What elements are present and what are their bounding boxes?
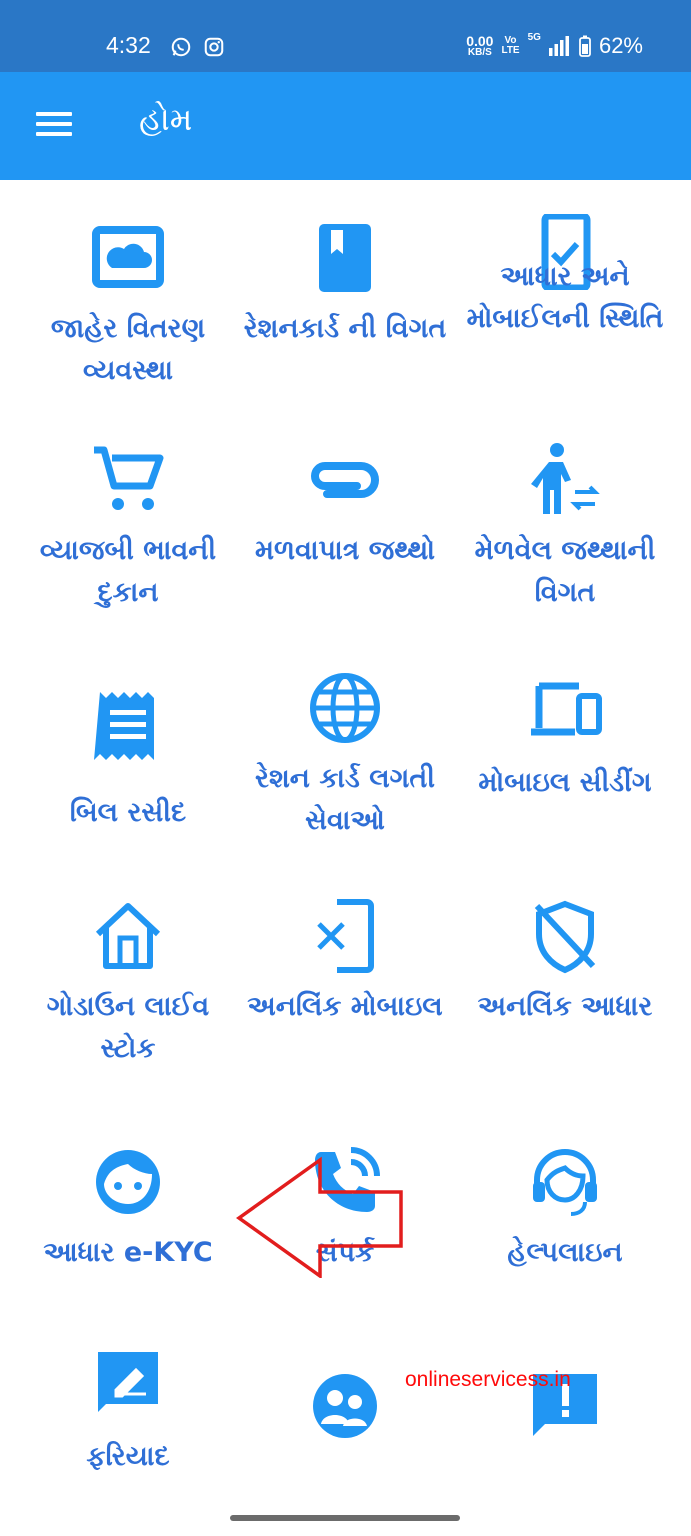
tile-label: આધાર અને મોબાઈલની સ્થિતિ bbox=[466, 261, 664, 334]
network-type: 5G bbox=[527, 32, 541, 43]
volte-bottom: LTE bbox=[501, 45, 520, 56]
tile-eligible-quantity[interactable]: મળવાપાત્ર જથ્થો bbox=[230, 442, 460, 572]
volte-indicator: Vo LTE bbox=[501, 36, 519, 56]
status-bar: 4:32 0.00 KB/S Vo LTE 5G 62% bbox=[0, 0, 691, 72]
feedback-icon bbox=[98, 1352, 158, 1412]
tile-helpline[interactable]: હેલ્પલાઇન bbox=[450, 1144, 680, 1274]
receipt-icon bbox=[94, 692, 154, 760]
tile-aadhaar-ekyc[interactable]: આધાર e-KYC bbox=[13, 1144, 243, 1274]
tile-label: રેશનકાર્ડ ની વિગત bbox=[243, 313, 447, 344]
tile-ration-card-details[interactable]: રેશનકાર્ડ ની વિગત bbox=[230, 220, 460, 350]
shield-off-icon bbox=[534, 900, 596, 974]
headset-icon bbox=[533, 1149, 597, 1216]
hamburger-menu-icon[interactable] bbox=[36, 112, 72, 140]
tile-label: રેશન કાર્ડ લગતી સેવાઓ bbox=[255, 763, 435, 836]
tile-label: ગોડાઉન લાઈવ સ્ટોક bbox=[46, 991, 210, 1064]
tile-public-distribution[interactable]: જાહેર વિતરણ વ્યવસ્થા bbox=[13, 220, 243, 392]
tile-label: અનલિંક આધાર bbox=[477, 991, 653, 1022]
page-title: હોમ bbox=[139, 100, 193, 138]
pointer-arrow-overlay bbox=[235, 1156, 403, 1278]
book-icon bbox=[319, 224, 371, 292]
tile-fair-price-shop[interactable]: વ્યાજબી ભાવની દુકાન bbox=[13, 442, 243, 614]
cloud-icon bbox=[92, 226, 164, 288]
tile-label: જાહેર વિતરણ વ્યવસ્થા bbox=[50, 313, 206, 386]
tile-label: હેલ્પલાઇન bbox=[507, 1237, 623, 1268]
paperclip-icon bbox=[311, 462, 379, 498]
group-icon bbox=[313, 1374, 377, 1438]
tile-received-quantity[interactable]: મેળવેલ જથ્થાની વિગત bbox=[450, 442, 680, 614]
tile-label: આધાર e-KYC bbox=[43, 1237, 213, 1268]
tile-label: બિલ રસીદ bbox=[69, 797, 187, 828]
tile-ration-card-services[interactable]: રેશન કાર્ડ લગતી સેવાઓ bbox=[230, 670, 460, 842]
whatsapp-icon bbox=[171, 37, 191, 57]
tile-unlink-mobile[interactable]: અનલિંક મોબાઇલ bbox=[230, 898, 460, 1028]
tile-label: વ્યાજબી ભાવની દુકાન bbox=[39, 535, 217, 608]
status-right: 0.00 KB/S Vo LTE 5G 62% bbox=[466, 33, 643, 59]
net-speed-unit: KB/S bbox=[467, 47, 492, 58]
home-icon bbox=[95, 903, 161, 969]
tile-unlink-aadhaar[interactable]: અનલિંક આધાર bbox=[450, 898, 680, 1028]
tile-bill-receipt[interactable]: બિલ રસીદ bbox=[13, 688, 243, 834]
tile-label: મળવાપાત્ર જથ્થો bbox=[255, 535, 435, 566]
battery-icon bbox=[579, 35, 591, 57]
status-time: 4:32 bbox=[106, 32, 151, 58]
walking-person-icon bbox=[531, 443, 600, 514]
tile-label: અનલિંક મોબાઇલ bbox=[247, 991, 443, 1022]
tile-label: ફરિયાદ bbox=[86, 1441, 170, 1472]
net-speed-value: 0.00 bbox=[466, 33, 494, 49]
gesture-home-bar[interactable] bbox=[230, 1515, 460, 1521]
tile-aadhaar-mobile-status[interactable]: આધાર અને મોબાઈલની સ્થિતિ bbox=[450, 214, 680, 340]
instagram-icon bbox=[204, 37, 224, 57]
app-bar: હોમ bbox=[0, 72, 691, 180]
battery-percent: 62% bbox=[598, 33, 643, 58]
tile-mobile-seeding[interactable]: મોબાઇલ સીડીંગ bbox=[450, 674, 680, 804]
watermark-text: onlineservicess.in bbox=[405, 1368, 571, 1391]
devices-icon bbox=[531, 682, 602, 736]
tile-label: મેળવેલ જથ્થાની વિગત bbox=[474, 535, 656, 608]
cart-icon bbox=[94, 446, 164, 510]
face-icon bbox=[96, 1150, 160, 1214]
signal-icon bbox=[548, 36, 569, 56]
phone-off-icon bbox=[317, 899, 374, 973]
tile-label: મોબાઇલ સીડીંગ bbox=[478, 767, 652, 798]
net-speed: 0.00 KB/S bbox=[466, 34, 493, 58]
globe-icon bbox=[310, 673, 380, 743]
tile-godown-live-stock[interactable]: ગોડાઉન લાઈવ સ્ટોક bbox=[13, 898, 243, 1070]
tile-complaint[interactable]: ફરિયાદ bbox=[13, 1348, 243, 1478]
menu-grid: જાહેર વિતરણ વ્યવસ્થા રેશનકાર્ડ ની વિગત આ… bbox=[0, 180, 691, 1480]
